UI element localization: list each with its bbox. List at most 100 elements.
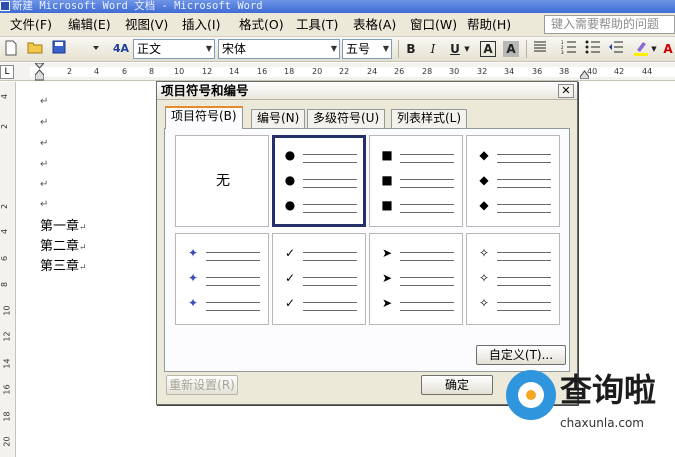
- document-line[interactable]: 第一章↵: [40, 219, 87, 236]
- preview-line: [206, 302, 260, 303]
- ruler-number: 20: [312, 67, 323, 76]
- menu-window[interactable]: 窗口(W): [410, 17, 457, 33]
- tab-outline-numbered[interactable]: 多级符号(U): [307, 109, 386, 128]
- character-border-button[interactable]: A: [480, 41, 496, 57]
- menu-tools[interactable]: 工具(T): [296, 17, 338, 33]
- bullet-option-none[interactable]: 无: [175, 135, 269, 227]
- highlight-icon[interactable]: [632, 40, 650, 58]
- bold-button[interactable]: B: [402, 40, 420, 58]
- font-select[interactable]: 宋体 ▼: [218, 39, 340, 59]
- preview-line: [400, 154, 454, 155]
- bullet-option-checkmark[interactable]: ✓ ✓ ✓: [272, 233, 366, 325]
- tab-list-styles[interactable]: 列表样式(L): [391, 109, 468, 128]
- indent-marker-icon[interactable]: [33, 62, 46, 81]
- tab-bullets[interactable]: 项目符号(B): [165, 106, 243, 129]
- outline-star-bullet-icon: ✧: [478, 296, 490, 310]
- preview-line: [303, 187, 357, 188]
- filled-square-bullet-icon: ■: [381, 173, 393, 187]
- preview-line: [303, 260, 357, 261]
- menu-insert[interactable]: 插入(I): [182, 17, 220, 33]
- preview-line: [497, 212, 551, 213]
- character-shading-button[interactable]: A: [503, 41, 519, 57]
- menu-file[interactable]: 文件(F): [10, 17, 52, 33]
- vruler-number: 4: [0, 93, 10, 100]
- ruler-number: 24: [367, 67, 378, 76]
- preview-line: [206, 285, 260, 286]
- filled-diamond-bullet-icon: ◆: [479, 148, 489, 162]
- preview-line: [400, 277, 454, 278]
- outline-star-bullet-icon: ✧: [478, 246, 490, 260]
- window-title: 新建 Microsoft Word 文档 - Microsoft Word: [12, 0, 263, 12]
- vruler-number: 10: [2, 305, 12, 316]
- bullet-option-filled-diamond[interactable]: ◆ ◆ ◆: [466, 135, 560, 227]
- watermark-logo: 查询啦 chaxunla.com: [498, 364, 675, 439]
- vruler-number: 2: [0, 123, 10, 130]
- ruler-number: 38: [559, 67, 570, 76]
- bullet-option-outline-star[interactable]: ✧ ✧ ✧: [466, 233, 560, 325]
- document-line[interactable]: 第二章↵: [40, 239, 87, 256]
- preview-line: [303, 285, 357, 286]
- ruler-number: 10: [174, 67, 185, 76]
- bullet-option-color-star[interactable]: ✦ ✦ ✦: [175, 233, 269, 325]
- preview-line: [497, 252, 551, 253]
- italic-button[interactable]: I: [424, 40, 442, 58]
- word-app-icon[interactable]: [0, 1, 10, 11]
- filled-circle-bullet-icon: ●: [284, 148, 296, 162]
- ruler-number: 14: [229, 67, 240, 76]
- style-value: 正文: [137, 42, 162, 56]
- new-document-icon[interactable]: [2, 40, 20, 58]
- menu-help[interactable]: 帮助(H): [467, 17, 511, 33]
- document-line[interactable]: 第三章↵: [40, 259, 87, 276]
- preview-line: [497, 260, 551, 261]
- style-select[interactable]: 正文 ▼: [133, 39, 215, 59]
- bullet-option-arrowhead[interactable]: ➤ ➤ ➤: [369, 233, 463, 325]
- tab-selector-button[interactable]: L: [0, 65, 14, 79]
- menu-edit[interactable]: 编辑(E): [68, 17, 111, 33]
- horizontal-ruler[interactable]: L 2 4 6 8 10 12 14 16 18 20 22 24 26 28 …: [0, 62, 675, 81]
- none-label: 无: [216, 173, 230, 189]
- filled-diamond-bullet-icon: ◆: [479, 173, 489, 187]
- preview-line: [497, 162, 551, 163]
- toolbar-options-chevron-icon[interactable]: [92, 40, 100, 58]
- underline-dropdown-arrow-icon[interactable]: ▼: [463, 40, 471, 58]
- toolbar-separator: [398, 40, 399, 58]
- checkmark-bullet-icon: ✓: [284, 271, 296, 285]
- open-folder-icon[interactable]: [26, 40, 44, 58]
- decrease-indent-icon[interactable]: [607, 40, 625, 58]
- bullet-option-filled-circle[interactable]: ● ● ●: [272, 135, 366, 227]
- preview-line: [303, 212, 357, 213]
- font-value: 宋体: [222, 42, 247, 56]
- title-bar: 新建 Microsoft Word 文档 - Microsoft Word: [0, 0, 675, 13]
- filled-circle-bullet-icon: ●: [284, 173, 296, 187]
- right-indent-marker-icon[interactable]: [579, 65, 590, 80]
- align-justify-icon[interactable]: [531, 40, 549, 58]
- vruler-number: 12: [2, 331, 12, 342]
- customize-button[interactable]: 自定义(T)...: [476, 345, 566, 365]
- ruler-number: 22: [339, 67, 350, 76]
- menu-table[interactable]: 表格(A): [353, 17, 396, 33]
- ok-button[interactable]: 确定: [421, 375, 493, 395]
- highlight-dropdown-arrow-icon[interactable]: ▼: [650, 40, 658, 58]
- dialog-title-bar[interactable]: 项目符号和编号 ✕: [157, 82, 577, 100]
- tab-numbering[interactable]: 编号(N): [251, 109, 306, 128]
- font-color-button[interactable]: A: [659, 40, 675, 58]
- color-star-bullet-icon: ✦: [187, 296, 199, 310]
- preview-line: [303, 204, 357, 205]
- font-size-select[interactable]: 五号 ▼: [342, 39, 392, 59]
- paragraph-mark: ↵: [79, 223, 87, 233]
- menu-view[interactable]: 视图(V): [125, 17, 168, 33]
- bullets-icon[interactable]: [584, 40, 602, 58]
- numbering-icon[interactable]: 123: [560, 40, 578, 58]
- save-icon[interactable]: [50, 40, 68, 58]
- vertical-ruler[interactable]: 4 2 2 4 6 8 10 12 14 16 18 20: [0, 82, 16, 457]
- paragraph-mark: ↵: [40, 138, 49, 149]
- underline-button[interactable]: U: [446, 40, 464, 58]
- styles-and-formatting-icon[interactable]: 4A: [112, 40, 130, 58]
- help-search-input[interactable]: 键入需要帮助的问题: [544, 15, 675, 34]
- bullet-option-filled-square[interactable]: ■ ■ ■: [369, 135, 463, 227]
- bullets-numbering-dialog: 项目符号和编号 ✕ 项目符号(B) 编号(N) 多级符号(U) 列表样式(L) …: [156, 81, 578, 405]
- ruler-number: 26: [394, 67, 405, 76]
- vruler-number: 8: [0, 281, 10, 288]
- close-button[interactable]: ✕: [558, 84, 574, 98]
- menu-format[interactable]: 格式(O): [239, 17, 284, 33]
